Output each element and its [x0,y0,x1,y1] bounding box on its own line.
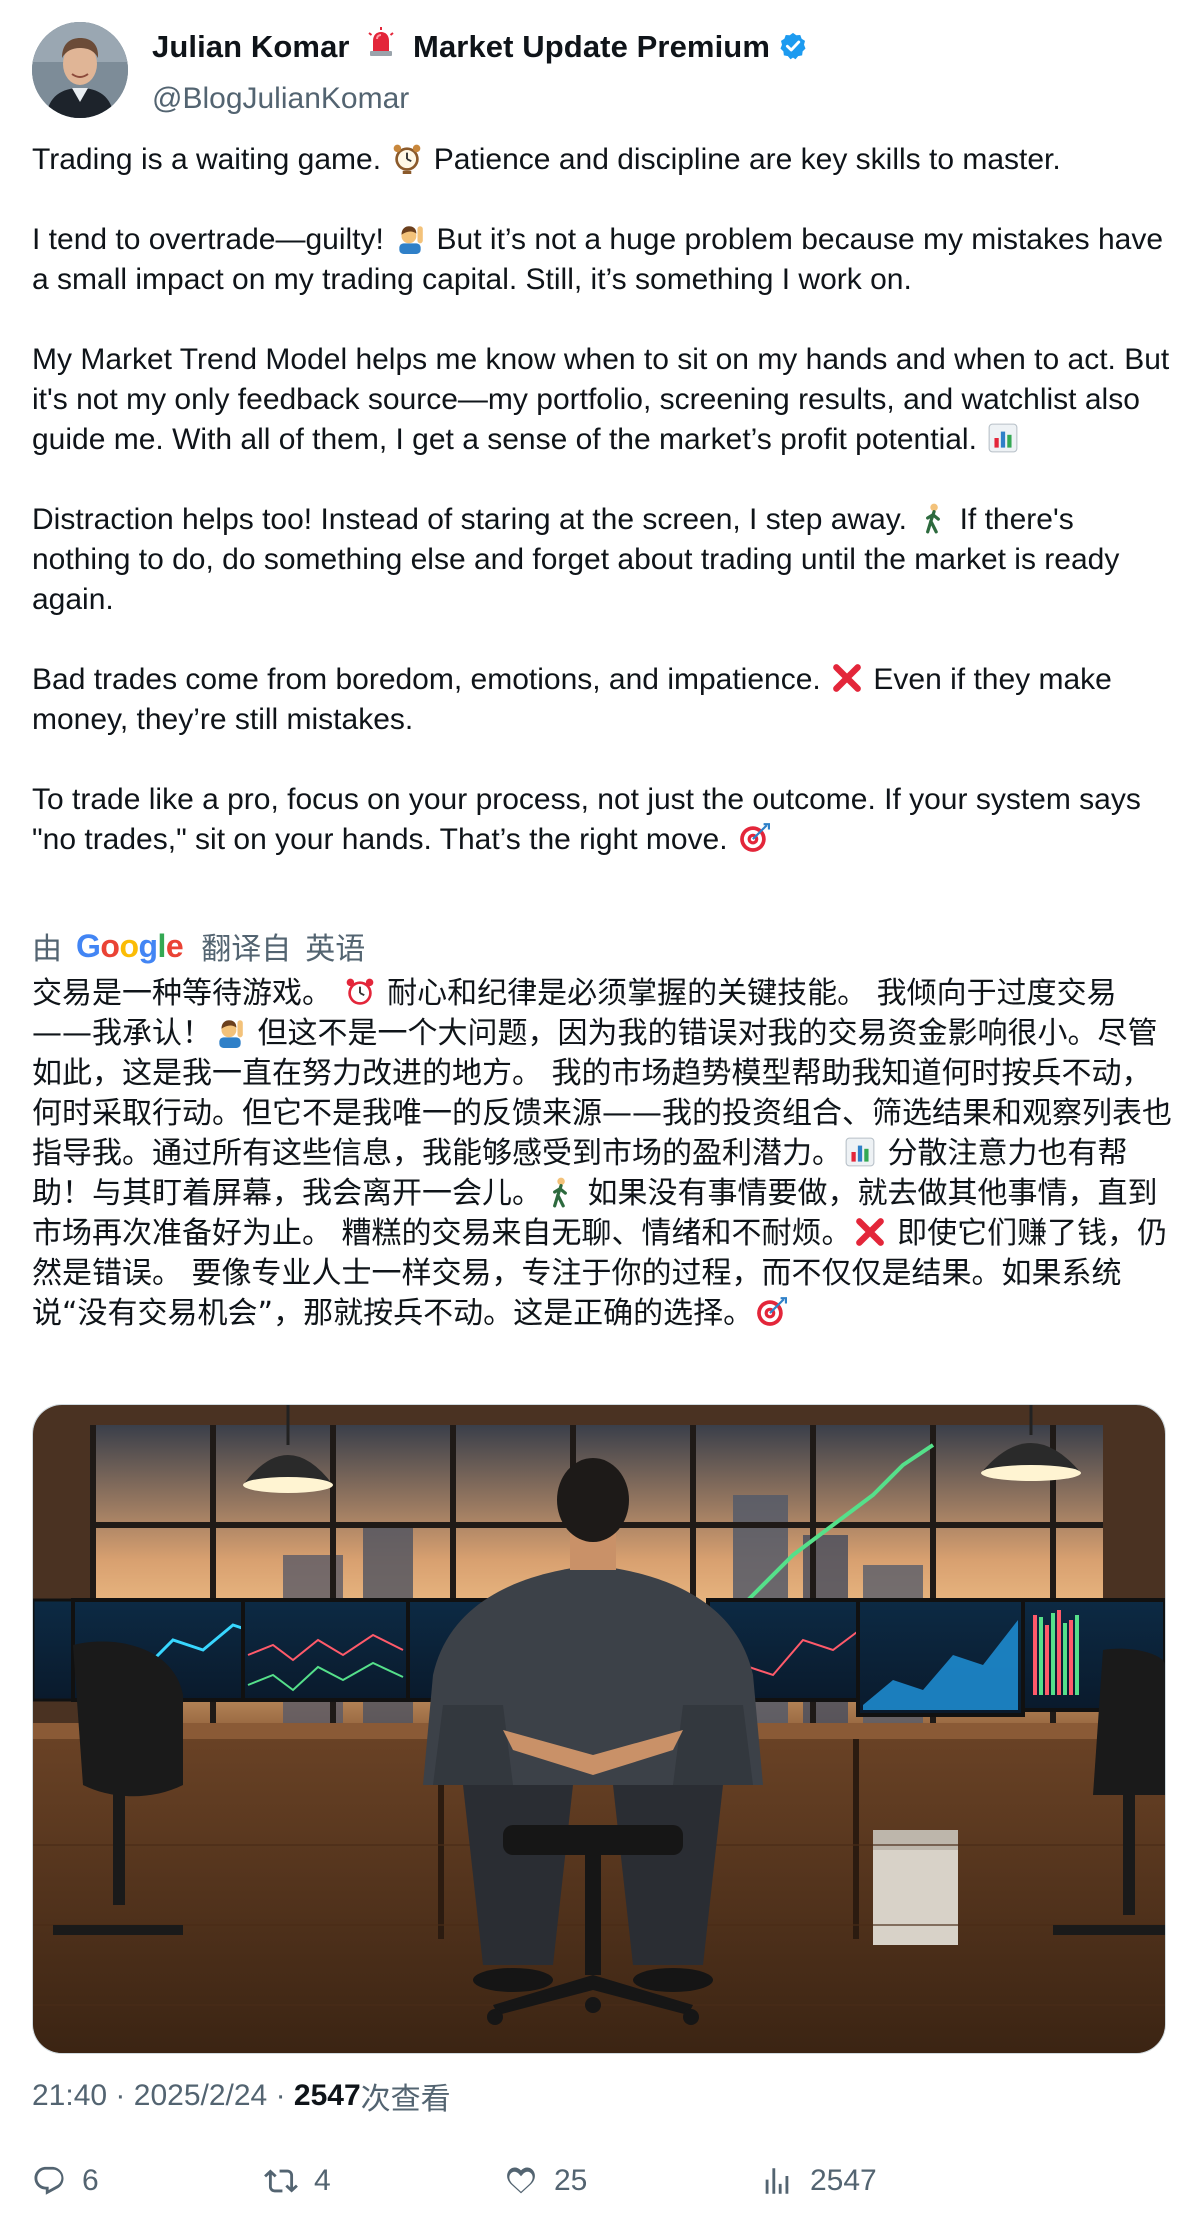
analytics-icon [765,2168,789,2194]
cross-mark-icon [831,662,863,694]
person-raising-hand-icon [214,1016,246,1048]
views-action-count: 2547 [810,2164,877,2197]
bar-chart-icon [844,1136,876,1168]
avatar[interactable] [32,22,128,118]
post-time[interactable]: 21:40 [32,2079,107,2113]
separator-dot: · [115,2079,126,2112]
person-raising-hand-icon [394,222,426,254]
paragraph-text: Trading is a waiting game. [32,143,390,176]
reply-button[interactable]: 6 [32,2158,99,2204]
post-paragraph: To trade like a pro, focus on your proce… [32,780,1172,860]
paragraph-text: To trade like a pro, focus on your proce… [32,783,1141,856]
meta-separator: · [107,2079,134,2113]
display-name-first: Julian Komar [152,29,350,64]
post-paragraph: Trading is a waiting game. Patience and … [32,140,1172,180]
action-bar: 6 4 25 2547 [32,2158,1164,2204]
post-paragraph: Bad trades come from boredom, emotions, … [32,660,1172,740]
views-button[interactable]: 2547 [760,2158,877,2204]
like-button[interactable]: 25 [504,2158,587,2204]
name-row: Julian Komar Market Update Premium [152,26,808,66]
cross-mark-icon [854,1216,886,1248]
translation-attribution[interactable]: 由 Google 翻译自 英语 [32,926,366,967]
person-walking-icon [544,1176,576,1208]
translation-label: 翻译自 [201,933,292,966]
views-label: 次查看 [360,2083,451,2116]
translated-text: 交易是一种等待游戏。 耐心和纪律是必须掌握的关键技能。 我倾向于过度交易——我承… [32,974,1172,1334]
paragraph-text: I tend to overtrade—guilty! [32,223,393,256]
post-paragraph: My Market Trend Model helps me know when… [32,340,1172,460]
direct-hit-icon [738,822,770,854]
verified-badge-icon[interactable] [778,31,808,66]
separator-dot: · [275,2079,286,2112]
paragraph-text: Bad trades come from boredom, emotions, … [32,663,830,696]
siren-icon [366,27,396,65]
google-logo-icon: Google [76,927,184,964]
post-meta: 21:40 · 2025/2/24 · 2547 次查看 [32,2076,451,2116]
like-count: 25 [554,2164,588,2197]
translated-segment: 交易是一种等待游戏。 [32,976,342,1011]
post-date[interactable]: 2025/2/24 [134,2079,267,2113]
translation-source-language: 英语 [305,933,366,966]
heart-icon [507,2167,535,2194]
direct-hit-icon [755,1296,787,1328]
reply-count: 6 [82,2164,99,2197]
meta-separator: · [267,2079,294,2113]
repost-count: 4 [314,2164,331,2197]
views-count: 2547 [293,2079,361,2112]
post-header: Julian Komar Market Update Premium @Blog… [32,22,1162,122]
repost-button[interactable]: 4 [264,2158,331,2204]
alarm-clock-icon [344,976,376,1008]
translation-prefix: 由 [32,933,62,966]
post-paragraph: Distraction helps too! Instead of starin… [32,500,1172,620]
reply-icon [34,2166,64,2195]
repost-icon [264,2169,298,2193]
post-paragraph: I tend to overtrade—guilty! But it’s not… [32,220,1172,300]
display-name-suffix: Market Update Premium [413,29,771,64]
paragraph-text: Distraction helps too! Instead of starin… [32,503,916,536]
alarm-clock-icon [391,142,423,174]
post-text: Trading is a waiting game. Patience and … [32,140,1172,860]
post-image[interactable] [32,1404,1166,2054]
bar-chart-icon [987,422,1019,454]
display-name[interactable]: Julian Komar Market Update Premium [152,27,770,65]
person-walking-icon [917,502,949,534]
paragraph-text: Patience and discipline are key skills t… [425,143,1061,176]
user-handle[interactable]: @BlogJulianKomar [152,82,409,116]
